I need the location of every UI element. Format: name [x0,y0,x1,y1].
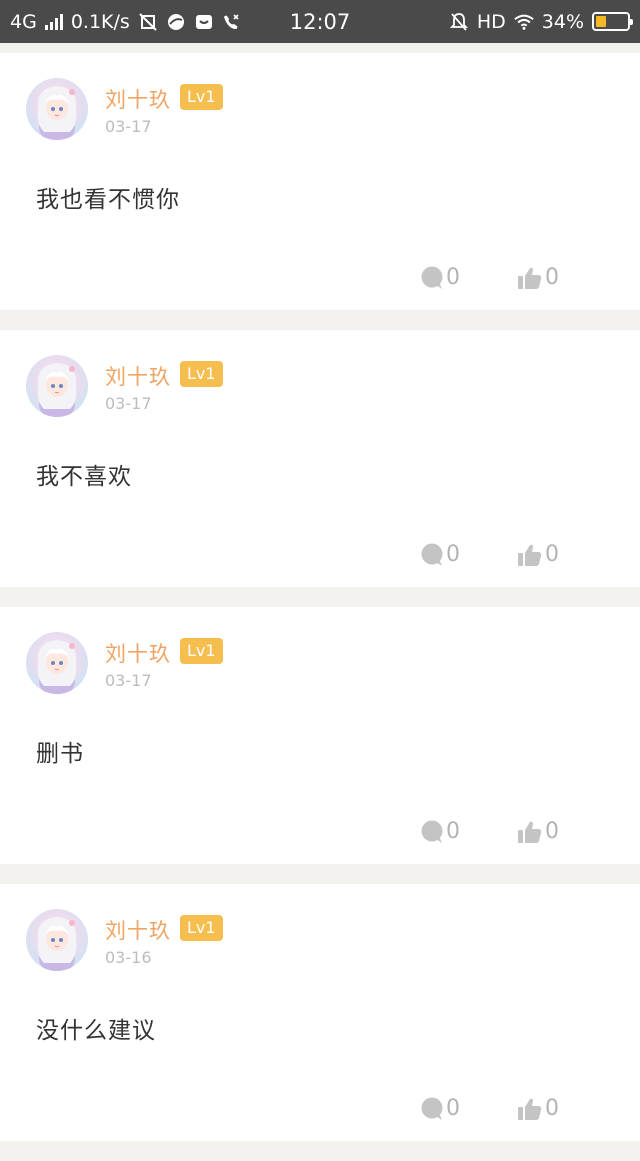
level-badge: Lv1 [180,84,223,110]
comment-feed: 刘十玖 Lv1 03-17 我也看不惯你 0 0 刘十玖 Lv1 03-17 我… [0,53,640,1161]
level-badge: Lv1 [180,638,223,664]
comment-bubble-icon [420,1097,444,1121]
thumbs-up-icon [517,1097,543,1121]
comment-text[interactable]: 我不喜欢 [36,457,132,491]
comment-text[interactable]: 删书 [36,734,84,768]
status-left: 4G 0.1K/s [10,11,242,33]
hd-indicator: HD [476,10,506,33]
message-icon [194,12,214,32]
thumbs-up-icon [517,820,543,844]
battery-icon [592,12,633,31]
user-avatar[interactable] [26,355,88,417]
user-avatar[interactable] [26,909,88,971]
post-date: 03-16 [105,948,152,967]
reply-count: 0 [446,1096,460,1121]
user-name[interactable]: 刘十玖 [105,638,171,668]
like-count: 0 [545,1096,559,1121]
reply-button[interactable]: 0 [420,819,460,844]
user-name[interactable]: 刘十玖 [105,361,171,391]
network-speed: 0.1K/s [70,10,130,33]
comment-card: 刘十玖 Lv1 03-17 我也看不惯你 0 0 [0,53,640,310]
like-count: 0 [545,265,559,290]
signal-icon [44,13,63,30]
reply-count: 0 [446,265,460,290]
like-count: 0 [545,819,559,844]
screenshot-icon [138,12,158,32]
comment-card: 刘十玖 Lv1 03-16 没什么建议 0 0 [0,884,640,1141]
status-right: HD 34% [449,10,633,33]
comment-text[interactable]: 没什么建议 [36,1011,156,1045]
like-button[interactable]: 0 [517,542,559,567]
post-date: 03-17 [105,394,152,413]
like-count: 0 [545,542,559,567]
status-bar: 4G 0.1K/s 12:07 HD 34% [0,0,640,43]
comment-card: 刘十玖 Lv1 03-17 删书 0 0 [0,607,640,864]
battery-percent: 34% [541,10,584,33]
thumbs-up-icon [517,543,543,567]
network-type: 4G [10,10,37,33]
user-avatar[interactable] [26,78,88,140]
missed-call-icon [222,12,242,32]
thumbs-up-icon [517,266,543,290]
like-button[interactable]: 0 [517,819,559,844]
reply-button[interactable]: 0 [420,542,460,567]
reply-button[interactable]: 0 [420,265,460,290]
user-name[interactable]: 刘十玖 [105,915,171,945]
comment-bubble-icon [420,820,444,844]
comment-bubble-icon [420,266,444,290]
reply-button[interactable]: 0 [420,1096,460,1121]
user-avatar[interactable] [26,632,88,694]
post-date: 03-17 [105,671,152,690]
comment-card: 刘十玖 Lv1 03-17 我不喜欢 0 0 [0,330,640,587]
post-date: 03-17 [105,117,152,136]
like-button[interactable]: 0 [517,265,559,290]
wifi-icon [514,12,534,32]
level-badge: Lv1 [180,915,223,941]
user-name[interactable]: 刘十玖 [105,84,171,114]
notifications-off-icon [449,12,469,32]
reply-count: 0 [446,542,460,567]
comment-text[interactable]: 我也看不惯你 [36,180,180,214]
browser-icon [166,12,186,32]
level-badge: Lv1 [180,361,223,387]
reply-count: 0 [446,819,460,844]
like-button[interactable]: 0 [517,1096,559,1121]
comment-bubble-icon [420,543,444,567]
